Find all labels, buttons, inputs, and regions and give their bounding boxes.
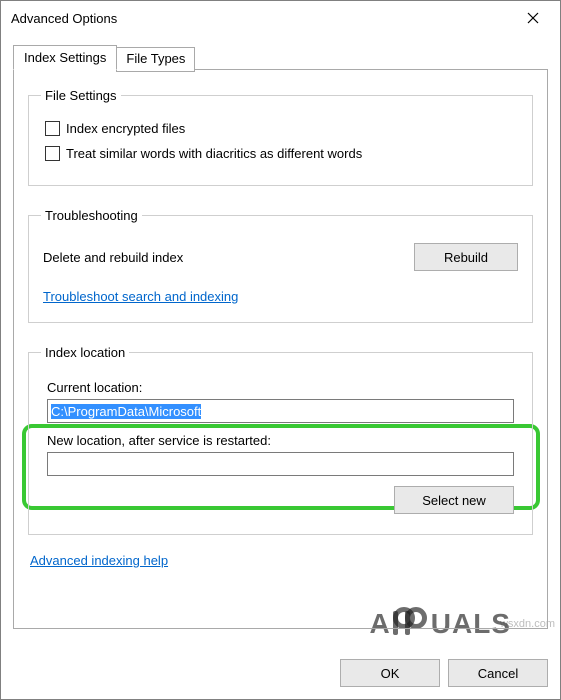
group-index-location: Index location Current location: C:\Prog…	[28, 345, 533, 535]
select-new-button[interactable]: Select new	[394, 486, 514, 514]
button-label: Select new	[422, 493, 486, 508]
new-location-field[interactable]	[47, 452, 514, 476]
tab-index-settings[interactable]: Index Settings	[13, 45, 117, 70]
cancel-button[interactable]: Cancel	[448, 659, 548, 687]
button-label: Rebuild	[444, 250, 488, 265]
button-label: OK	[381, 666, 400, 681]
current-location-field[interactable]: C:\ProgramData\Microsoft	[47, 399, 514, 423]
tab-label: File Types	[126, 51, 185, 66]
label-new-location: New location, after service is restarted…	[47, 433, 520, 448]
current-location-value: C:\ProgramData\Microsoft	[51, 404, 201, 419]
advanced-indexing-help-link[interactable]: Advanced indexing help	[30, 553, 168, 568]
tab-strip: Index Settings File Types	[13, 45, 548, 70]
label-delete-rebuild: Delete and rebuild index	[43, 250, 183, 265]
tab-panel-index-settings: File Settings Index encrypted files Trea…	[13, 69, 548, 629]
legend-troubleshooting: Troubleshooting	[41, 208, 142, 223]
dialog-button-row: OK Cancel	[1, 649, 560, 699]
rebuild-button[interactable]: Rebuild	[414, 243, 518, 271]
group-file-settings: File Settings Index encrypted files Trea…	[28, 88, 533, 186]
ok-button[interactable]: OK	[340, 659, 440, 687]
client-area: Index Settings File Types File Settings …	[1, 35, 560, 649]
tab-label: Index Settings	[24, 50, 106, 65]
advanced-options-dialog: Advanced Options Index Settings File Typ…	[0, 0, 561, 700]
row-rebuild: Delete and rebuild index Rebuild	[43, 243, 518, 271]
label-current-location: Current location:	[47, 380, 520, 395]
close-icon	[527, 12, 539, 24]
group-troubleshooting: Troubleshooting Delete and rebuild index…	[28, 208, 533, 323]
label-diacritics: Treat similar words with diacritics as d…	[66, 146, 362, 161]
row-ts-link: Troubleshoot search and indexing	[43, 289, 518, 304]
checkbox-diacritics[interactable]	[45, 146, 60, 161]
button-label: Cancel	[478, 666, 518, 681]
checkbox-index-encrypted[interactable]	[45, 121, 60, 136]
row-index-encrypted: Index encrypted files	[45, 121, 520, 136]
titlebar: Advanced Options	[1, 1, 560, 35]
row-diacritics: Treat similar words with diacritics as d…	[45, 146, 520, 161]
label-index-encrypted: Index encrypted files	[66, 121, 185, 136]
row-select-new: Select new	[47, 486, 514, 514]
legend-index-location: Index location	[41, 345, 129, 360]
window-title: Advanced Options	[11, 11, 117, 26]
tab-file-types[interactable]: File Types	[116, 47, 195, 72]
close-button[interactable]	[512, 4, 554, 32]
troubleshoot-link[interactable]: Troubleshoot search and indexing	[43, 289, 238, 304]
row-help-link: Advanced indexing help	[30, 553, 531, 568]
legend-file-settings: File Settings	[41, 88, 121, 103]
